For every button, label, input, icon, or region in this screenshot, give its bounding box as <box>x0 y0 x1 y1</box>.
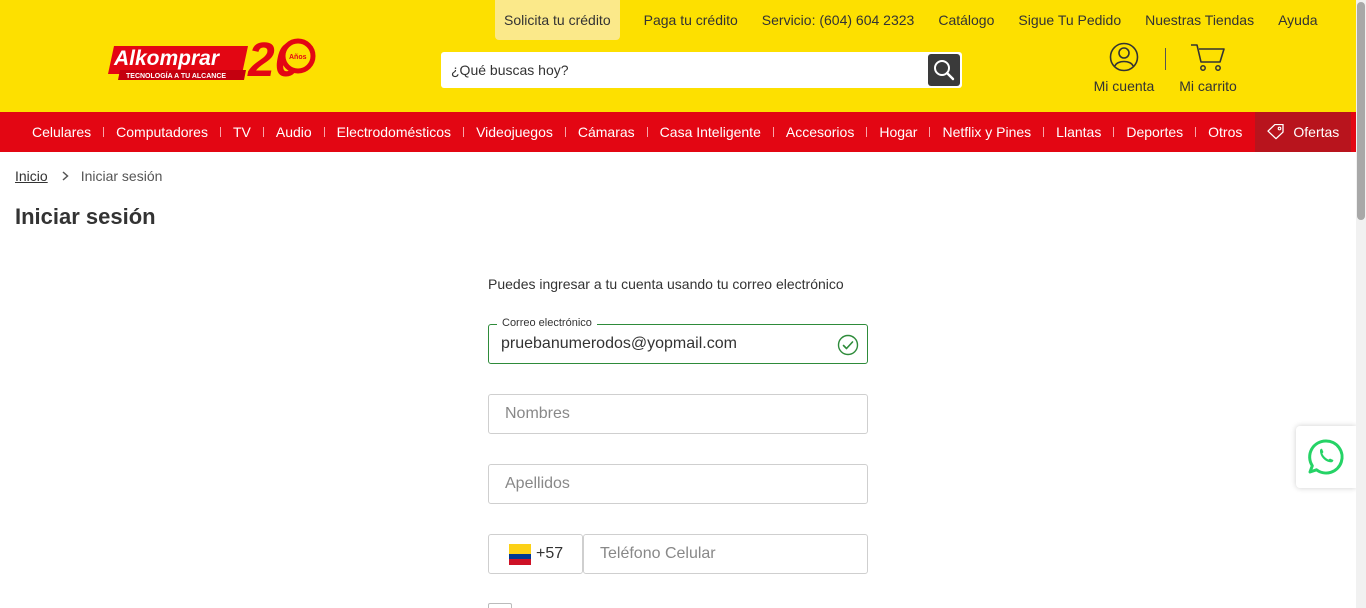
phone-input[interactable] <box>600 535 850 573</box>
ofertas-label: Ofertas <box>1293 124 1340 140</box>
nav-item-ofertas[interactable]: Ofertas <box>1255 112 1352 152</box>
check-circle-icon <box>837 334 859 356</box>
nav-item-accesorios[interactable]: Accesorios <box>774 112 866 152</box>
account-button[interactable]: Mi cuenta <box>1088 42 1160 94</box>
alkomprar-logo[interactable]: Alkomprar TECNOLOGÍA A TU ALCANCE 20 Año… <box>108 28 322 87</box>
search-button[interactable] <box>928 54 960 86</box>
terms-checkbox[interactable] <box>488 603 512 608</box>
phone-field <box>583 534 868 574</box>
user-icon <box>1109 42 1139 72</box>
nav-item-camaras[interactable]: Cámaras <box>566 112 647 152</box>
nav-item-celulares[interactable]: Celulares <box>20 112 103 152</box>
toplink-ayuda[interactable]: Ayuda <box>1266 0 1329 40</box>
breadcrumb-current: Iniciar sesión <box>80 168 163 184</box>
cart-label: Mi carrito <box>1179 78 1237 94</box>
toplink-servicio[interactable]: Servicio: (604) 604 2323 <box>750 0 927 40</box>
nav-item-llantas[interactable]: Llantas <box>1044 112 1113 152</box>
search-icon <box>934 60 955 81</box>
logo-brand-text: Alkomprar <box>113 47 221 70</box>
page-title: Iniciar sesión <box>15 204 156 229</box>
nav-item-electrodomesticos[interactable]: Electrodomésticos <box>325 112 463 152</box>
country-code-value: +57 <box>536 545 564 562</box>
nav-item-tv[interactable]: TV <box>221 112 263 152</box>
toplink-solicita-credito[interactable]: Solicita tu crédito <box>495 0 620 40</box>
cart-icon <box>1191 44 1225 71</box>
nav-item-computadores[interactable]: Computadores <box>104 112 220 152</box>
country-code-select[interactable]: +57 <box>488 534 583 574</box>
cart-button[interactable]: Mi carrito <box>1172 42 1244 94</box>
logo-tagline: TECNOLOGÍA A TU ALCANCE <box>126 71 226 80</box>
category-nav: Celulares Computadores TV Audio Electrod… <box>0 112 1356 152</box>
nav-item-hogar[interactable]: Hogar <box>867 112 929 152</box>
nav-item-otros[interactable]: Otros <box>1196 112 1254 152</box>
chevron-right-icon <box>62 168 69 184</box>
toplink-catalogo[interactable]: Catálogo <box>926 0 1006 40</box>
tag-icon <box>1267 124 1285 140</box>
toplink-tiendas[interactable]: Nuestras Tiendas <box>1133 0 1266 40</box>
whatsapp-icon <box>1308 439 1344 475</box>
toplink-paga-credito[interactable]: Paga tu crédito <box>632 0 750 40</box>
toplink-sigue-pedido[interactable]: Sigue Tu Pedido <box>1006 0 1133 40</box>
header-divider <box>1165 48 1166 70</box>
nav-item-deportes[interactable]: Deportes <box>1114 112 1195 152</box>
search-box <box>441 52 962 88</box>
login-intro-text: Puedes ingresar a tu cuenta usando tu co… <box>488 276 844 292</box>
scrollbar-thumb[interactable] <box>1357 2 1365 220</box>
nav-item-netflix-pines[interactable]: Netflix y Pines <box>930 112 1043 152</box>
logo-anniversary-unit: Años <box>289 54 307 61</box>
breadcrumb: Inicio Iniciar sesión <box>15 168 162 184</box>
email-input[interactable] <box>501 327 831 361</box>
nav-item-videojuegos[interactable]: Videojuegos <box>464 112 565 152</box>
first-name-field <box>488 394 868 434</box>
first-name-input[interactable] <box>505 395 835 433</box>
site-header: Alkomprar TECNOLOGÍA A TU ALCANCE 20 Año… <box>0 0 1356 112</box>
email-field: Correo electrónico <box>488 317 868 364</box>
top-links: Solicita tu crédito Paga tu crédito Serv… <box>495 0 1330 40</box>
last-name-input[interactable] <box>505 465 835 503</box>
account-label: Mi cuenta <box>1093 78 1155 94</box>
nav-item-casa-inteligente[interactable]: Casa Inteligente <box>648 112 773 152</box>
breadcrumb-home-link[interactable]: Inicio <box>15 168 48 184</box>
page-scrollbar[interactable] <box>1356 0 1366 608</box>
whatsapp-button[interactable] <box>1296 426 1356 488</box>
last-name-field <box>488 464 868 504</box>
search-input[interactable] <box>451 52 921 88</box>
nav-item-audio[interactable]: Audio <box>264 112 324 152</box>
colombia-flag-icon <box>509 543 531 565</box>
